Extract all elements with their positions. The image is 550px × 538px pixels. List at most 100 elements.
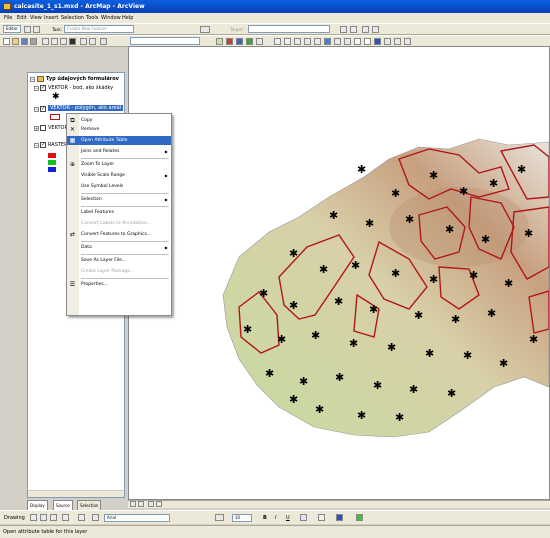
target-dropdown[interactable] bbox=[248, 25, 330, 33]
menu-selection[interactable]: Selection bbox=[61, 13, 84, 23]
find-icon[interactable] bbox=[384, 38, 391, 45]
underline-button[interactable]: U bbox=[286, 511, 290, 525]
map-horizontal-scrollbar[interactable] bbox=[128, 500, 550, 508]
cut-icon[interactable] bbox=[42, 38, 49, 45]
select-elements-tool-icon[interactable] bbox=[30, 514, 37, 521]
line-color-icon[interactable] bbox=[336, 514, 343, 521]
italic-button[interactable]: I bbox=[275, 511, 276, 525]
zoom-in-icon[interactable] bbox=[274, 38, 281, 45]
menu-item-zoom-to-layer[interactable]: ⊕ Zoom To Layer bbox=[67, 160, 171, 169]
attributes-icon[interactable] bbox=[362, 26, 369, 33]
collapse-icon[interactable]: − bbox=[34, 107, 39, 112]
add-data-icon[interactable] bbox=[100, 38, 107, 45]
menu-window[interactable]: Window bbox=[101, 13, 121, 23]
edit-vertices-icon[interactable] bbox=[92, 514, 99, 521]
menu-insert[interactable]: Insert bbox=[44, 13, 58, 23]
model-builder-icon[interactable] bbox=[246, 38, 253, 45]
toc-horizontal-scrollbar[interactable] bbox=[28, 490, 124, 497]
text-tool-icon[interactable] bbox=[78, 514, 85, 521]
identify-icon[interactable] bbox=[374, 38, 381, 45]
menu-item-visible-scale-range[interactable]: Visible Scale Range ▶ bbox=[67, 171, 171, 180]
select-features-icon[interactable] bbox=[354, 38, 361, 45]
select-elements-icon[interactable] bbox=[364, 38, 371, 45]
expand-icon[interactable]: + bbox=[34, 126, 39, 131]
fixed-zoom-in-icon[interactable] bbox=[294, 38, 301, 45]
data-frame-name[interactable]: Typ údajových formulárov bbox=[46, 76, 119, 82]
layer-name-selected[interactable]: VEKTOR - polygón, ako areál bbox=[48, 105, 124, 111]
menu-tools[interactable]: Tools bbox=[86, 13, 98, 23]
menu-item-remove[interactable]: ✕ Remove bbox=[67, 125, 171, 134]
split-tool-icon[interactable] bbox=[340, 26, 347, 33]
open-icon[interactable] bbox=[12, 38, 19, 45]
hyperlink-icon[interactable] bbox=[404, 38, 411, 45]
layer-checkbox[interactable] bbox=[40, 125, 46, 131]
zoom-to-element-icon[interactable] bbox=[50, 514, 57, 521]
font-dropdown[interactable]: Arial bbox=[104, 514, 170, 522]
drawing-menu[interactable]: Drawing bbox=[4, 511, 25, 525]
rotate-tool-icon[interactable] bbox=[350, 26, 357, 33]
map-scale-dropdown[interactable] bbox=[130, 37, 200, 45]
menu-item-save-as-layer[interactable]: Save As Layer File... bbox=[67, 256, 171, 265]
new-document-icon[interactable] bbox=[3, 38, 10, 45]
rectangle-tool-icon[interactable] bbox=[62, 514, 69, 521]
rotate-element-icon[interactable] bbox=[40, 514, 47, 521]
menu-help[interactable]: Help bbox=[122, 13, 133, 23]
print-icon[interactable] bbox=[30, 38, 37, 45]
map-display[interactable]: ✱ ✱ ✱ ✱ ✱ ✱ ✱ ✱ ✱ ✱ ✱ ✱ ✱ ✱ ✱ ✱ ✱ ✱ ✱ ✱ … bbox=[128, 46, 550, 500]
back-extent-icon[interactable] bbox=[334, 38, 341, 45]
layer-checkbox[interactable]: ✓ bbox=[40, 106, 46, 112]
layer-checkbox[interactable]: ✓ bbox=[40, 85, 46, 91]
sketch-properties-icon[interactable] bbox=[372, 26, 379, 33]
task-dropdown[interactable]: Create New Feature bbox=[64, 25, 134, 33]
command-line-icon[interactable] bbox=[236, 38, 243, 45]
menu-item-properties[interactable]: ☰ Properties... bbox=[67, 280, 171, 289]
layer-name[interactable]: VEKTOR - bod, ako škádky bbox=[48, 85, 113, 91]
task-dropdown-arrow-icon[interactable] bbox=[200, 26, 210, 33]
menu-item-selection[interactable]: Selection ▶ bbox=[67, 195, 171, 204]
collapse-icon[interactable]: − bbox=[34, 143, 39, 148]
measure-icon[interactable] bbox=[394, 38, 401, 45]
font-size-dropdown[interactable]: 10 bbox=[232, 514, 252, 522]
layer-name[interactable]: VEKTOR bbox=[48, 125, 68, 131]
font-dropdown-arrow-icon[interactable] bbox=[215, 514, 224, 521]
marker-color-icon[interactable] bbox=[356, 514, 363, 521]
menu-item-use-symbol-levels[interactable]: Use Symbol Levels bbox=[67, 182, 171, 191]
redo-icon[interactable] bbox=[89, 38, 96, 45]
pan-icon[interactable] bbox=[314, 38, 321, 45]
editor-dropdown[interactable]: Editor bbox=[3, 25, 21, 33]
collapse-icon[interactable]: − bbox=[30, 77, 35, 82]
layout-view-icon[interactable] bbox=[130, 501, 136, 507]
arctoolbox-icon[interactable] bbox=[226, 38, 233, 45]
save-icon[interactable] bbox=[21, 38, 28, 45]
fixed-zoom-out-icon[interactable] bbox=[304, 38, 311, 45]
menu-file[interactable]: File bbox=[4, 13, 12, 23]
editor-toolbar-icon[interactable] bbox=[216, 38, 223, 45]
full-extent-icon[interactable] bbox=[324, 38, 331, 45]
menu-item-copy[interactable]: ⧉ Copy bbox=[67, 116, 171, 125]
paste-icon[interactable] bbox=[60, 38, 67, 45]
menu-item-joins-relates[interactable]: Joins and Relates ▶ bbox=[67, 147, 171, 156]
whats-this-icon[interactable] bbox=[256, 38, 263, 45]
fill-color-icon[interactable] bbox=[318, 514, 325, 521]
layer-checkbox[interactable]: ✓ bbox=[40, 142, 46, 148]
menu-item-label-features[interactable]: Label Features bbox=[67, 208, 171, 217]
font-color-icon[interactable] bbox=[300, 514, 307, 521]
data-view-icon[interactable] bbox=[138, 501, 144, 507]
collapse-icon[interactable]: − bbox=[34, 86, 39, 91]
layer-name[interactable]: RASTER bbox=[48, 142, 68, 148]
menu-view[interactable]: View bbox=[30, 13, 42, 23]
refresh-view-icon[interactable] bbox=[148, 501, 154, 507]
bold-button[interactable]: B bbox=[263, 511, 267, 525]
zoom-out-icon[interactable] bbox=[284, 38, 291, 45]
delete-icon[interactable] bbox=[69, 38, 76, 45]
map-canvas[interactable]: ✱ ✱ ✱ ✱ ✱ ✱ ✱ ✱ ✱ ✱ ✱ ✱ ✱ ✱ ✱ ✱ ✱ ✱ ✱ ✱ … bbox=[129, 47, 549, 499]
copy-toolbar-icon[interactable] bbox=[51, 38, 58, 45]
menu-item-open-attribute-table[interactable]: ▦ Open Attribute Table bbox=[67, 136, 171, 145]
menu-edit[interactable]: Edit bbox=[17, 13, 27, 23]
edit-tool-icon[interactable] bbox=[24, 26, 31, 33]
undo-icon[interactable] bbox=[80, 38, 87, 45]
forward-extent-icon[interactable] bbox=[344, 38, 351, 45]
menu-item-data[interactable]: Data ▶ bbox=[67, 243, 171, 252]
sketch-tool-icon[interactable] bbox=[33, 26, 40, 33]
scroll-left-icon[interactable] bbox=[156, 501, 162, 507]
